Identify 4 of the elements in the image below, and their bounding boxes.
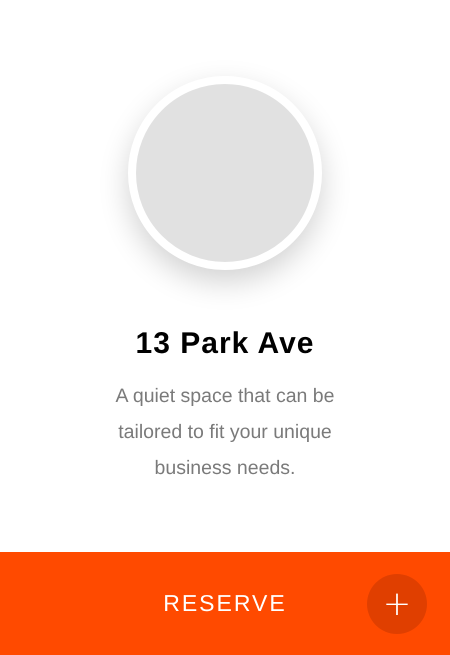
reserve-button[interactable]: RESERVE <box>155 586 295 621</box>
add-button[interactable]: + <box>367 574 427 634</box>
card-title: 13 Park Ave <box>136 326 314 362</box>
card-description: A quiet space that can be tailored to fit your unique business needs. <box>114 384 336 481</box>
